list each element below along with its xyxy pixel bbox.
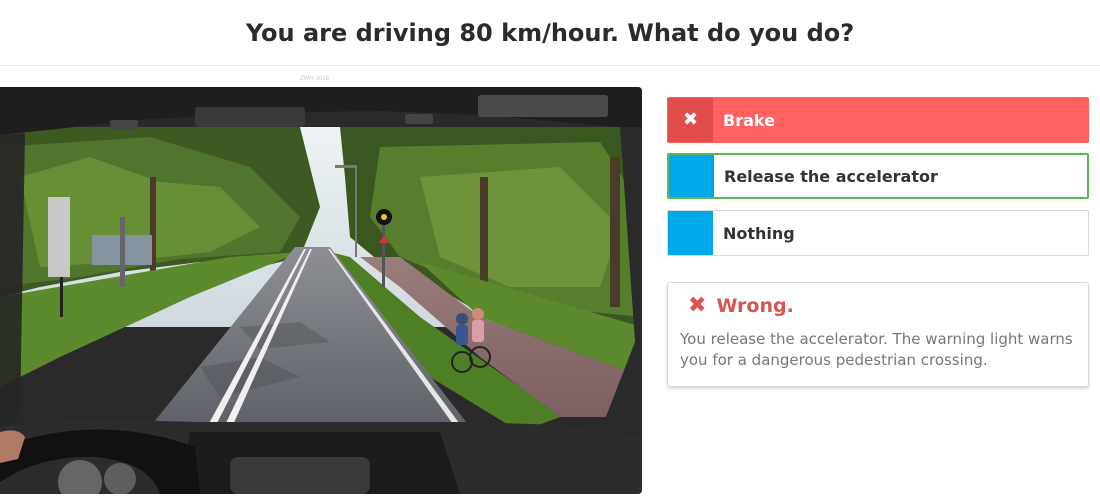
answer-nothing-marker xyxy=(668,211,713,255)
feedback-heading-text: Wrong. xyxy=(716,295,794,317)
feedback-explanation: You release the accelerator. The warning… xyxy=(680,330,1073,369)
answer-release-accelerator-button[interactable]: Release the accelerator xyxy=(667,153,1089,199)
answer-release-label: Release the accelerator xyxy=(724,166,938,186)
x-icon: ✖ xyxy=(682,109,699,130)
answer-brake-marker: ✖ xyxy=(668,98,713,142)
answer-nothing-button[interactable]: Nothing xyxy=(667,210,1089,256)
feedback-panel: ✖ Wrong. You release the accelerator. Th… xyxy=(667,282,1089,387)
answer-nothing-label: Nothing xyxy=(723,223,795,243)
question-title: You are driving 80 km/hour. What do you … xyxy=(0,0,1100,66)
answer-brake-button[interactable]: ✖ Brake xyxy=(667,97,1089,143)
driving-scene-photo xyxy=(0,87,642,494)
x-icon: ✖ xyxy=(688,293,707,318)
answer-brake-label: Brake xyxy=(723,110,775,130)
image-caption: ZWH-1018 xyxy=(300,76,330,82)
answer-release-marker xyxy=(669,155,714,197)
feedback-heading: ✖ Wrong. xyxy=(688,293,1076,318)
